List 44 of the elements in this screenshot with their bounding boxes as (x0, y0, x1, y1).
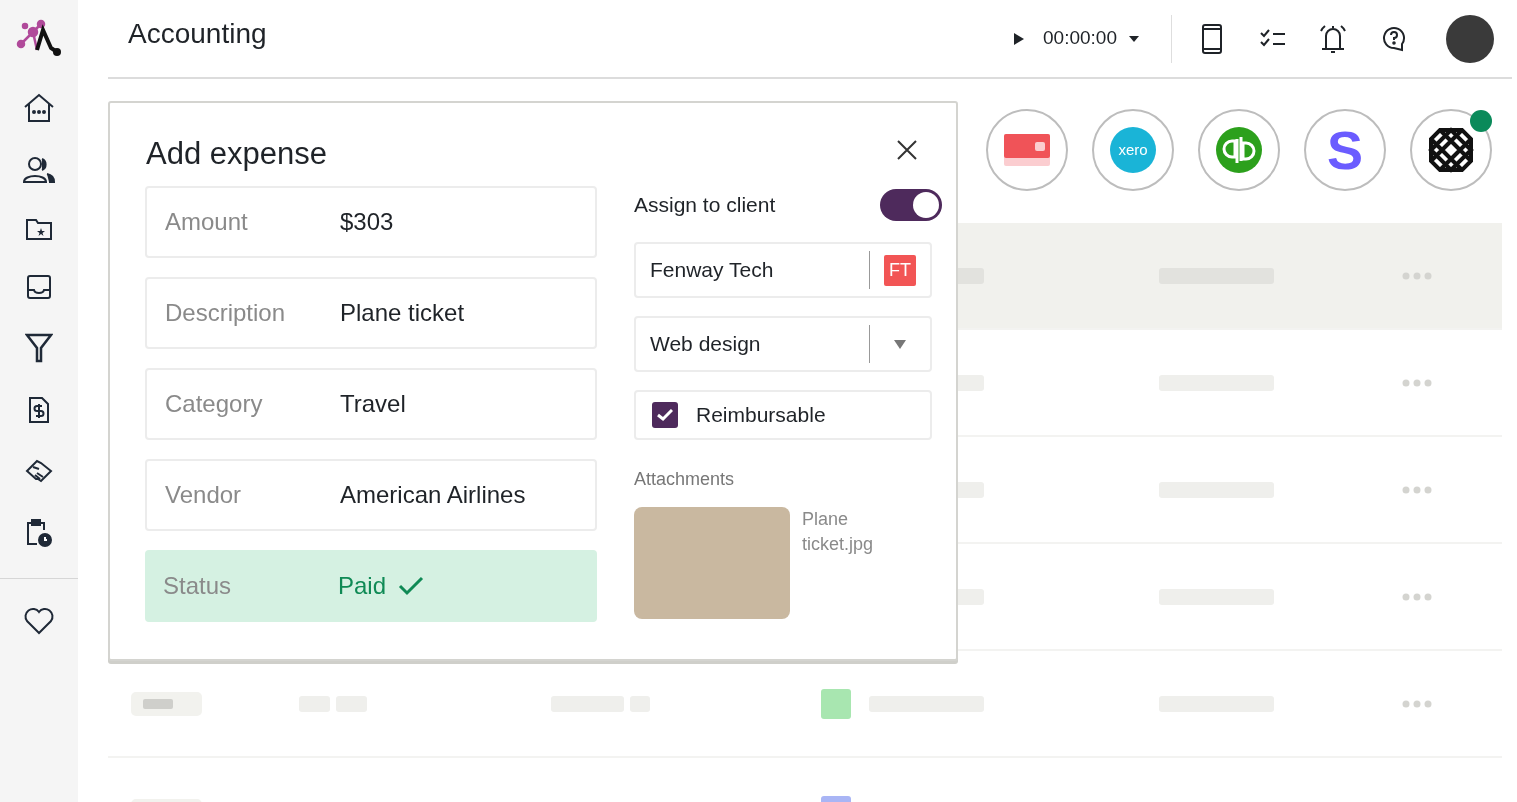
logo-icon (15, 18, 63, 58)
assign-label: Assign to client (634, 192, 776, 219)
lattice-icon (1428, 127, 1474, 173)
status-field[interactable]: Status Paid (145, 550, 597, 622)
checkbox[interactable] (652, 402, 678, 428)
assign-toggle[interactable] (880, 189, 942, 221)
invoice-icon[interactable] (28, 396, 50, 424)
avatar[interactable] (1446, 14, 1494, 63)
filter-icon[interactable] (25, 333, 53, 363)
clipboard-clock-icon[interactable] (25, 518, 53, 548)
check-icon (657, 409, 673, 421)
s-logo: S (1327, 123, 1363, 177)
attachments-label: Attachments (634, 468, 736, 491)
integration-button[interactable]: S (1304, 109, 1386, 191)
phone-icon[interactable] (1202, 23, 1222, 54)
handshake-icon[interactable] (24, 457, 54, 485)
qb-logo-icon (1216, 127, 1262, 173)
file-name[interactable]: Plane ticket.jpg (802, 507, 902, 557)
people-icon[interactable] (23, 156, 55, 184)
close-icon[interactable] (897, 140, 917, 160)
placeholder-pill (131, 691, 202, 716)
reimbursable-checkbox-row[interactable]: Reimbursable (634, 390, 932, 440)
project-select[interactable]: Web design (634, 316, 932, 372)
checklist-icon[interactable] (1260, 28, 1286, 49)
input-field[interactable]: Description Plane ticket (145, 277, 597, 349)
help-icon[interactable] (1382, 25, 1406, 52)
client-badge: FT (884, 254, 916, 286)
input-field[interactable]: Amount $303 (145, 186, 597, 258)
client-select[interactable]: Fenway Tech FT (634, 242, 932, 298)
card-icon (1004, 134, 1050, 166)
folder-star-icon[interactable] (25, 217, 53, 241)
play-icon[interactable] (1013, 31, 1026, 46)
xero-logo: xero (1110, 127, 1156, 173)
input-field[interactable]: Category Travel (145, 368, 597, 440)
home-icon[interactable] (23, 93, 55, 123)
input-field[interactable]: Vendor American Airlines (145, 459, 597, 531)
heart-icon[interactable] (23, 607, 55, 635)
reimbursable-label: Reimbursable (696, 402, 826, 429)
timer: 00:00:00 (1043, 26, 1117, 51)
check-icon (398, 576, 425, 596)
inbox-icon[interactable] (26, 274, 52, 300)
caret-icon[interactable] (1129, 35, 1139, 42)
dialog-title: Add expense (146, 135, 327, 173)
page-title: Accounting (128, 16, 267, 51)
